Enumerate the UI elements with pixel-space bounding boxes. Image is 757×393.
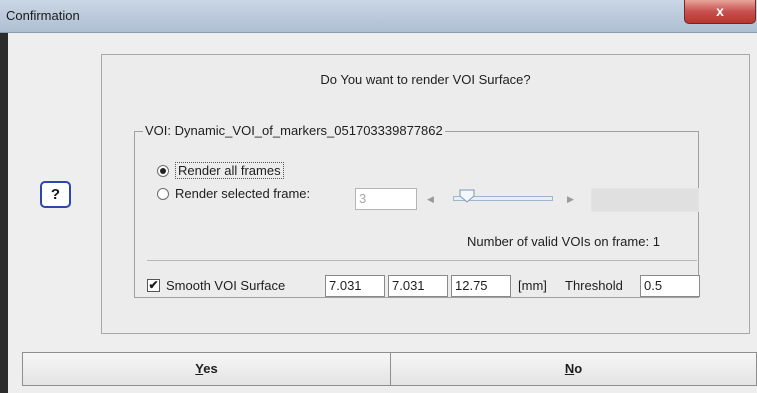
options-panel: Do You want to render VOI Surface? VOI: … bbox=[101, 54, 750, 334]
slider-thumb[interactable] bbox=[459, 189, 475, 203]
close-icon: x bbox=[716, 3, 724, 19]
title-bar[interactable]: Confirmation x bbox=[0, 0, 757, 33]
valid-vois-count: 1 bbox=[652, 234, 660, 249]
threshold-field[interactable]: 0.5 bbox=[640, 275, 700, 297]
close-button[interactable]: x bbox=[684, 0, 756, 24]
slider-right-arrow-icon[interactable]: ▶ bbox=[567, 194, 574, 205]
render-selected-label: Render selected frame: bbox=[175, 186, 311, 201]
voi-group: VOI: Dynamic_VOI_of_markers_051703339877… bbox=[134, 123, 700, 298]
smooth-surface-label: Smooth VOI Surface bbox=[166, 278, 286, 293]
render-selected-frame-option[interactable]: Render selected frame: bbox=[157, 186, 310, 201]
smooth-surface-checkbox[interactable]: ✔ bbox=[147, 279, 160, 292]
render-selected-radio[interactable] bbox=[157, 187, 169, 200]
frame-display-box bbox=[591, 188, 699, 212]
question-icon: ? bbox=[40, 181, 71, 208]
no-button[interactable]: No bbox=[390, 352, 757, 386]
render-all-radio[interactable] bbox=[157, 164, 169, 177]
slider-left-arrow-icon[interactable]: ◀ bbox=[427, 194, 434, 205]
background-window-edge bbox=[0, 33, 8, 393]
smooth-y-field[interactable]: 7.031 bbox=[388, 275, 448, 297]
question-text: Do You want to render VOI Surface? bbox=[320, 72, 531, 87]
yes-button[interactable]: Yes bbox=[22, 352, 391, 386]
threshold-label: Threshold bbox=[565, 278, 623, 293]
voi-group-title: VOI: Dynamic_VOI_of_markers_051703339877… bbox=[143, 123, 445, 138]
smooth-x-field[interactable]: 7.031 bbox=[325, 275, 385, 297]
smooth-z-field[interactable]: 12.75 bbox=[451, 275, 511, 297]
confirmation-dialog: Confirmation x ? Do You want to render V… bbox=[0, 0, 757, 393]
window-title: Confirmation bbox=[6, 8, 80, 23]
render-all-label: Render all frames bbox=[175, 162, 284, 179]
selected-frame-field[interactable]: 3 bbox=[355, 188, 417, 210]
render-all-frames-option[interactable]: Render all frames bbox=[157, 162, 284, 179]
group-divider bbox=[147, 260, 697, 261]
valid-vois-label: Number of valid VOIs on frame: 1 bbox=[467, 234, 660, 249]
unit-label: [mm] bbox=[518, 278, 547, 293]
